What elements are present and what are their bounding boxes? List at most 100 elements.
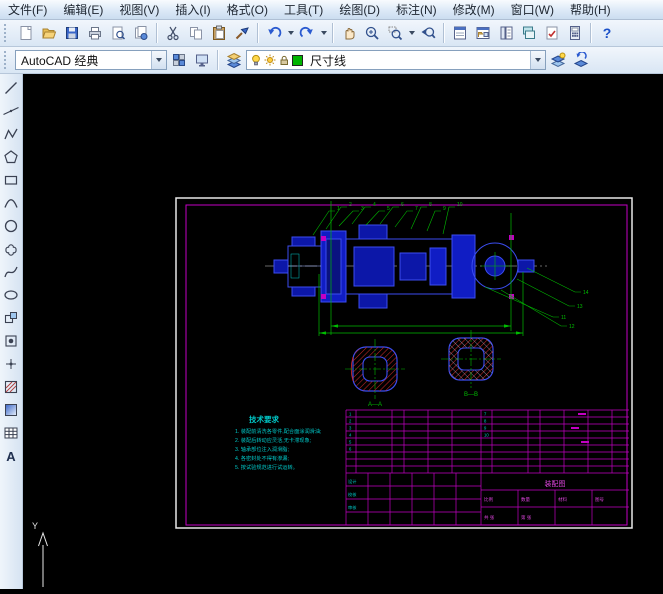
menu-file[interactable]: 文件(F) bbox=[0, 0, 55, 20]
construction-line-button[interactable] bbox=[1, 101, 21, 121]
menu-draw[interactable]: 绘图(D) bbox=[331, 0, 388, 20]
menu-modify[interactable]: 修改(M) bbox=[445, 0, 503, 20]
toolbar-grip[interactable] bbox=[4, 24, 10, 42]
zoom-window-dropdown[interactable] bbox=[407, 22, 416, 44]
bom-row-no: 5 bbox=[349, 440, 352, 445]
callout-label: 7 bbox=[415, 206, 418, 212]
insert-block-icon bbox=[4, 312, 17, 324]
rectangle-button[interactable] bbox=[1, 170, 21, 190]
publish-button[interactable] bbox=[130, 22, 152, 44]
mtext-button[interactable]: A bbox=[1, 446, 21, 466]
callout-leaders bbox=[312, 206, 581, 327]
ucs-y-label: Y bbox=[32, 521, 38, 531]
display-button[interactable] bbox=[191, 49, 213, 71]
layer-combo[interactable]: 尺寸线 bbox=[246, 50, 546, 70]
hatch-button[interactable] bbox=[1, 377, 21, 397]
redo-dropdown[interactable] bbox=[319, 22, 328, 44]
menu-dimension[interactable]: 标注(N) bbox=[388, 0, 445, 20]
section-view-a: A—A bbox=[345, 339, 405, 408]
cut-button[interactable] bbox=[162, 22, 184, 44]
layer-freeze-sun-icon bbox=[264, 54, 276, 66]
plot-button[interactable] bbox=[84, 22, 106, 44]
redo-icon bbox=[299, 27, 313, 38]
match-properties-button[interactable] bbox=[231, 22, 253, 44]
ellipse-icon bbox=[4, 290, 18, 300]
arc-button[interactable] bbox=[1, 193, 21, 213]
menu-format[interactable]: 格式(O) bbox=[219, 0, 276, 20]
workspace-combo-arrow[interactable] bbox=[151, 51, 166, 69]
zoom-window-button[interactable] bbox=[384, 22, 406, 44]
workspace-combo[interactable]: AutoCAD 经典 bbox=[15, 50, 167, 70]
tech-requirement-line: 3. 轴承部位注入润滑脂; bbox=[235, 445, 289, 453]
open-button[interactable] bbox=[38, 22, 60, 44]
menu-view[interactable]: 视图(V) bbox=[111, 0, 167, 20]
menu-help[interactable]: 帮助(H) bbox=[562, 0, 619, 20]
zoom-previous-button[interactable] bbox=[417, 22, 439, 44]
ellipse-button[interactable] bbox=[1, 285, 21, 305]
revcloud-button[interactable] bbox=[1, 239, 21, 259]
tech-requirements-title: 技术要求 bbox=[249, 414, 279, 424]
help-button[interactable]: ? bbox=[596, 22, 618, 44]
workspace-settings-button[interactable] bbox=[168, 49, 190, 71]
ucs-icon: Y bbox=[32, 521, 48, 587]
layer-combo-arrow[interactable] bbox=[530, 51, 545, 69]
paste-button[interactable] bbox=[208, 22, 230, 44]
polyline-icon bbox=[4, 128, 18, 140]
titleblock-label: 图号 bbox=[595, 497, 604, 503]
section-a-label: A—A bbox=[368, 402, 382, 408]
drawing-canvas[interactable]: 1 2 3 4 5 6 7 8 9 10 11 12 13 14 A—A B—B… bbox=[23, 74, 663, 589]
callout-label: 11 bbox=[561, 315, 566, 321]
layer-previous-icon bbox=[573, 52, 589, 68]
plot-preview-button[interactable] bbox=[107, 22, 129, 44]
copy-button[interactable] bbox=[185, 22, 207, 44]
point-button[interactable] bbox=[1, 354, 21, 374]
section-view-b: B—B bbox=[441, 330, 501, 398]
make-block-button[interactable] bbox=[1, 331, 21, 351]
line-button[interactable] bbox=[1, 78, 21, 98]
titleblock-label: 校核 bbox=[348, 491, 357, 498]
zoom-previous-icon bbox=[421, 27, 436, 39]
spline-button[interactable] bbox=[1, 262, 21, 282]
workspace-settings-icon bbox=[173, 54, 185, 66]
callout-label: 10 bbox=[457, 202, 463, 208]
titleblock-label: 比例 bbox=[484, 496, 493, 503]
save-icon bbox=[66, 27, 78, 39]
bom-row-no: 7 bbox=[484, 412, 487, 417]
polygon-button[interactable] bbox=[1, 147, 21, 167]
point-icon bbox=[6, 359, 16, 369]
polyline-button[interactable] bbox=[1, 124, 21, 144]
table-button[interactable] bbox=[1, 423, 21, 443]
layer-previous-button[interactable] bbox=[570, 49, 592, 71]
gradient-button[interactable] bbox=[1, 400, 21, 420]
tech-requirement-line: 1. 装配前清洗各零件,配合面涂润滑油; bbox=[235, 427, 321, 435]
undo-dropdown[interactable] bbox=[286, 22, 295, 44]
bom-row-no: 1 bbox=[349, 412, 352, 417]
tool-palettes-button[interactable] bbox=[495, 22, 517, 44]
printer-icon bbox=[89, 27, 101, 40]
new-button[interactable] bbox=[15, 22, 37, 44]
quickcalc-button[interactable] bbox=[564, 22, 586, 44]
tech-requirement-line: 5. 按试验规范进行试运转。 bbox=[235, 463, 298, 471]
markup-set-manager-button[interactable] bbox=[541, 22, 563, 44]
menu-window[interactable]: 窗口(W) bbox=[503, 0, 562, 20]
circle-icon bbox=[4, 219, 18, 233]
layer-properties-button[interactable] bbox=[223, 49, 245, 71]
circle-button[interactable] bbox=[1, 216, 21, 236]
designcenter-button[interactable] bbox=[472, 22, 494, 44]
undo-button[interactable] bbox=[263, 22, 285, 44]
properties-button[interactable] bbox=[449, 22, 471, 44]
zoom-realtime-button[interactable] bbox=[361, 22, 383, 44]
layer-manager-button[interactable] bbox=[547, 49, 569, 71]
save-button[interactable] bbox=[61, 22, 83, 44]
insert-block-button[interactable] bbox=[1, 308, 21, 328]
open-folder-icon bbox=[42, 28, 57, 39]
sheet-set-manager-button[interactable] bbox=[518, 22, 540, 44]
redo-button[interactable] bbox=[296, 22, 318, 44]
help-icon: ? bbox=[603, 25, 612, 41]
menu-insert[interactable]: 插入(I) bbox=[167, 0, 218, 20]
bom-row-no: 3 bbox=[349, 426, 352, 431]
menu-tools[interactable]: 工具(T) bbox=[276, 0, 331, 20]
toolbar-grip[interactable] bbox=[4, 51, 10, 69]
pan-button[interactable] bbox=[338, 22, 360, 44]
menu-edit[interactable]: 编辑(E) bbox=[55, 0, 111, 20]
